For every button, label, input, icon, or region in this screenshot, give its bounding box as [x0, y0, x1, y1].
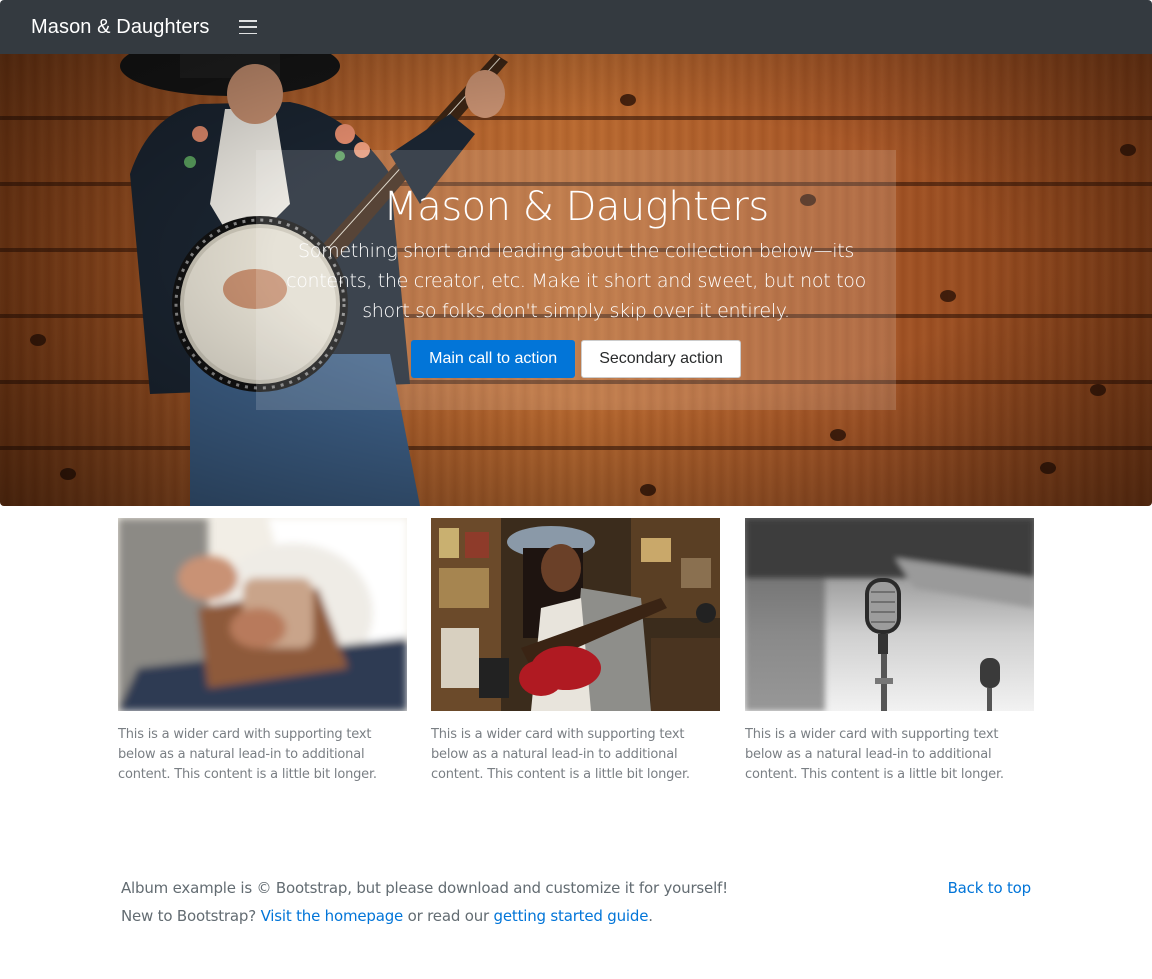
footer-new-line: New to Bootstrap? Visit the homepage or … — [121, 902, 1031, 930]
main-call-to-action-button[interactable]: Main call to action — [411, 340, 576, 378]
getting-started-guide-link[interactable]: getting started guide — [494, 907, 649, 925]
footer-copyright: Album example is © Bootstrap, but please… — [121, 879, 728, 897]
back-to-top-link[interactable]: Back to top — [948, 874, 1032, 902]
hero-content-box: Mason & Daughters Something short and le… — [256, 150, 896, 410]
card-image-microphone — [745, 518, 1034, 711]
card: This is a wider card with supporting tex… — [431, 518, 720, 785]
footer-period: . — [648, 907, 653, 925]
card-text: This is a wider card with supporting tex… — [431, 727, 690, 782]
navbar: Mason & Daughters — [0, 0, 1152, 54]
hamburger-icon[interactable] — [239, 19, 258, 35]
hero-title: Mason & Daughters — [383, 184, 769, 230]
card: This is a wider card with supporting tex… — [118, 518, 407, 785]
hero-lead: Something short and leading about the co… — [286, 240, 866, 322]
card-image-woman-guitar — [431, 518, 720, 711]
card-text: This is a wider card with supporting tex… — [745, 727, 1004, 782]
footer-middle-text: or read our — [407, 907, 490, 925]
footer-new-prefix: New to Bootstrap? — [121, 907, 256, 925]
card-text: This is a wider card with supporting tex… — [118, 727, 377, 782]
visit-homepage-link[interactable]: Visit the homepage — [261, 907, 404, 925]
card-image-guitar-player — [118, 518, 407, 711]
hero-actions: Main call to action Secondary action — [256, 340, 896, 378]
navbar-brand[interactable]: Mason & Daughters — [31, 16, 209, 39]
secondary-action-button[interactable]: Secondary action — [581, 340, 741, 378]
hero-jumbotron: Mason & Daughters Something short and le… — [0, 54, 1152, 506]
card: This is a wider card with supporting tex… — [745, 518, 1034, 785]
footer: Back to top Album example is © Bootstrap… — [121, 874, 1031, 930]
